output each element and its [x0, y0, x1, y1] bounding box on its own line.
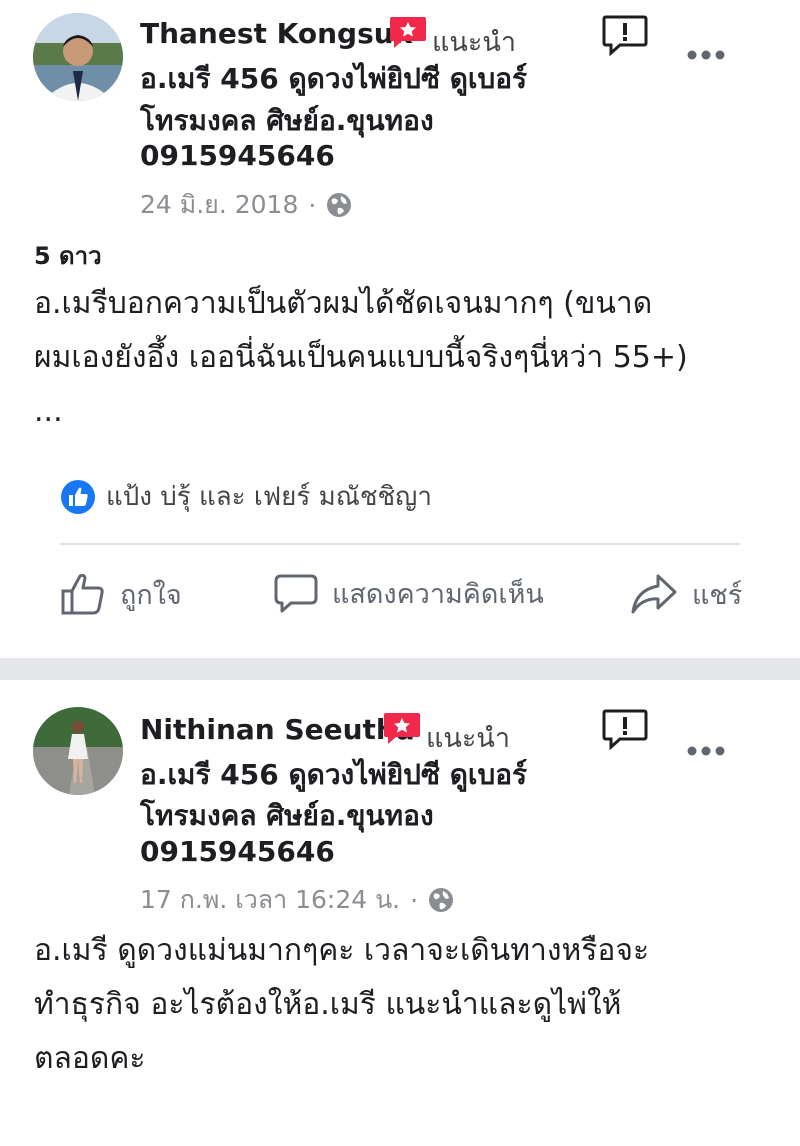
share-arrow-icon [631, 574, 677, 614]
public-globe-icon [327, 193, 352, 217]
author-name[interactable]: Thanest Kongsuk [140, 17, 412, 50]
timestamp[interactable]: 17 ก.พ. เวลา 16:24 น. [140, 880, 400, 920]
timestamp[interactable]: 24 มิ.ย. 2018 [140, 185, 298, 225]
reviewed-page-phone[interactable]: 0915945646 [140, 835, 335, 868]
report-icon[interactable] [602, 708, 648, 750]
post-body: อ.เมรีบอกความเป็นตัวผมได้ชัดเจนมากๆ (ขนา… [34, 277, 688, 439]
share-button[interactable]: แชร์ [630, 572, 742, 616]
avatar[interactable] [33, 13, 123, 101]
meta-separator: · [308, 190, 317, 220]
post-text-line: ตลอดคะ [34, 1041, 146, 1076]
reviewed-page-name[interactable]: อ.เมรี 456 ดูดวงไพ่ยิปซี ดูเบอร์ [140, 57, 527, 101]
public-globe-icon [429, 888, 454, 912]
like-button[interactable]: ถูกใจ [60, 572, 182, 616]
see-more-ellipsis[interactable]: ... [34, 385, 688, 439]
post-text-line: ผมเองยังอึ้ง เออนี่ฉันเป็นคนแบบนี้จริงๆน… [34, 340, 688, 375]
report-icon[interactable] [602, 14, 648, 56]
like-reaction-icon [61, 479, 95, 514]
post-text-line: ทำธุรกิจ อะไรต้องให้อ.เมรี แนะนำและดูไพ่… [34, 987, 622, 1022]
more-options-icon[interactable] [686, 49, 726, 61]
recommend-badge-icon [390, 17, 426, 48]
share-label: แชร์ [692, 579, 743, 611]
reviewed-page-phone[interactable]: 0915945646 [140, 139, 335, 172]
meta-separator: · [410, 885, 419, 915]
post-text-line: อ.เมรี ดูดวงแม่นมากๆคะ เวลาจะเดินทางหรือ… [34, 933, 650, 968]
likers-names: แป้ง บ่รุ้ และ เฟยร์ มณัชชิญา [106, 482, 432, 512]
author-name[interactable]: Nithinan Seeutha [140, 713, 415, 746]
comment-button[interactable]: แสดงความคิดเห็น [274, 572, 544, 615]
reviewed-page-name[interactable]: โทรมงคล ศิษย์อ.ขุนทอง [140, 99, 434, 143]
post-text-line: อ.เมรีบอกความเป็นตัวผมได้ชัดเจนมากๆ (ขนา… [34, 286, 653, 321]
recommend-badge-icon [384, 713, 420, 744]
review-post-2: Nithinan Seeutha แนะนำ อ.เมรี 456 ดูดวงไ… [0, 680, 800, 1146]
reviewed-page-name[interactable]: อ.เมรี 456 ดูดวงไพ่ยิปซี ดูเบอร์ [140, 753, 527, 797]
divider [60, 543, 740, 545]
avatar[interactable] [33, 707, 123, 795]
post-meta: 24 มิ.ย. 2018 · [140, 185, 352, 225]
comment-label: แสดงความคิดเห็น [332, 579, 544, 610]
review-post-1: Thanest Kongsuk แนะนำ อ.เมรี 456 ดูดวงไพ… [0, 0, 800, 658]
like-thumb-icon [61, 573, 104, 615]
feed-separator [0, 658, 800, 680]
reaction-summary[interactable]: แป้ง บ่รุ้ และ เฟยร์ มณัชชิญา [60, 476, 432, 517]
post-meta: 17 ก.พ. เวลา 16:24 น. · [140, 880, 454, 920]
post-body: อ.เมรี ดูดวงแม่นมากๆคะ เวลาจะเดินทางหรือ… [34, 924, 649, 1086]
star-rating: 5 ดาว [34, 242, 102, 270]
like-label: ถูกใจ [120, 579, 182, 611]
more-options-icon[interactable] [686, 745, 726, 757]
reviewed-page-name[interactable]: โทรมงคล ศิษย์อ.ขุนทอง [140, 794, 434, 838]
comment-bubble-icon [274, 574, 318, 612]
